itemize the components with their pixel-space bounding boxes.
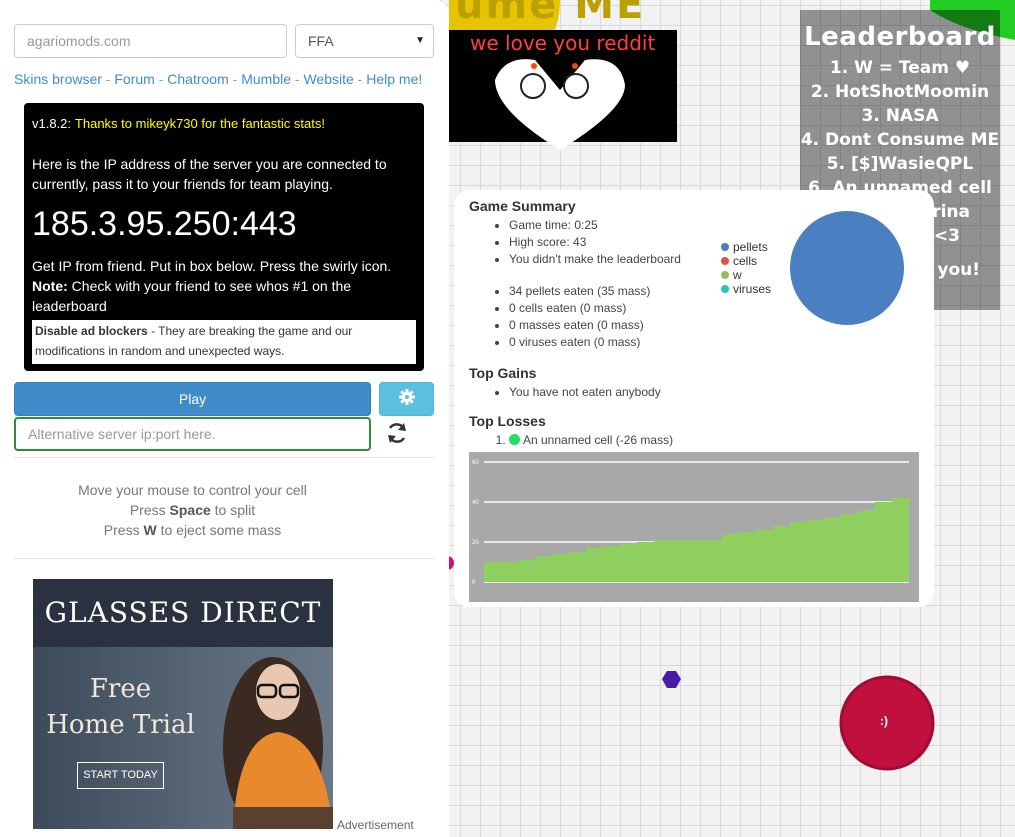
divider [14, 558, 434, 559]
legend-dot-pellets [721, 243, 729, 251]
leaderboard-entry: 5. [$]WasieQPL [826, 154, 974, 174]
legend-item: pellets [721, 240, 771, 254]
link-separator: - [294, 71, 300, 87]
chart-y-tick-label: 60 [472, 460, 479, 466]
legend-item: viruses [721, 282, 771, 296]
cell-color-dot [509, 434, 520, 445]
leaderboard-entry: 2. HotShotMoomin [810, 82, 990, 102]
purple-pellet [662, 671, 681, 688]
game-mode-value: FFA [308, 33, 334, 49]
ad-headline: Free Home Trial [46, 674, 195, 740]
mass-chart: 60 40 20 0 [469, 452, 919, 602]
legend-dot-cells [721, 257, 729, 265]
server-info-box: v1.8.2: Thanks to mikeyk730 for the fant… [24, 103, 424, 371]
gains-list: You have not eaten anybody [469, 384, 919, 401]
ad-label: Advertisement [337, 818, 414, 832]
link-help[interactable]: Help me! [366, 71, 422, 87]
instruction-move: Move your mouse to control your cell [78, 482, 307, 498]
chart-y-tick-label: 0 [472, 580, 476, 586]
leaderboard-entry: 4. Dont Consume ME [800, 130, 1000, 150]
link-chatroom[interactable]: Chatroom [167, 71, 228, 87]
gains-item: You have not eaten anybody [509, 384, 919, 401]
ip-intro-text: Here is the IP address of the server you… [32, 156, 387, 192]
links-bar: Skins browser - Forum - Chatroom - Mumbl… [14, 71, 422, 87]
chart-y-tick-label: 20 [472, 540, 479, 546]
play-button[interactable]: Play [14, 382, 371, 416]
ad-cta-button[interactable]: START TODAY [77, 762, 164, 789]
game-stats-dialog: Game Summary Game time: 0:25 High score:… [454, 190, 934, 607]
legend-item: w [721, 268, 771, 282]
link-separator: - [105, 71, 111, 87]
thanks-text: Thanks to mikeyk730 for the fantastic st… [74, 116, 325, 131]
adblock-label: Disable ad blockers [35, 324, 148, 338]
ad-brand: GLASSES DIRECT [33, 579, 333, 647]
link-mumble[interactable]: Mumble [241, 71, 291, 87]
game-mode-select[interactable]: FFA ▼ [295, 24, 434, 58]
server-ip[interactable]: 185.3.95.250:443 [32, 204, 416, 244]
get-ip-text: Get IP from friend. Put in box below. Pr… [32, 258, 392, 274]
legend-item: cells [721, 254, 771, 268]
eaten-item: 0 viruses eaten (0 mass) [509, 334, 919, 351]
settings-button[interactable] [379, 382, 434, 416]
alt-server-input[interactable]: Alternative server ip:port here. [14, 417, 371, 451]
note-text: Check with your friend to see whos #1 on… [32, 278, 352, 314]
losses-title: Top Losses [469, 413, 546, 429]
adblock-warning: Disable ad blockers - They are breaking … [32, 320, 416, 364]
chart-area-series [484, 498, 909, 582]
gains-title: Top Gains [469, 365, 537, 381]
link-skins-browser[interactable]: Skins browser [14, 71, 102, 87]
background-cell-name: ume ME [455, 0, 646, 28]
leaderboard-entry: 3. NASA [861, 106, 939, 126]
mass-chart-svg: 60 40 20 0 [472, 460, 909, 586]
reddit-banner-text: we love you reddit [470, 31, 656, 55]
link-website[interactable]: Website [303, 71, 353, 87]
instruction-eject: Press W to eject some mass [103, 522, 282, 538]
losses-item: An unnamed cell (-26 mass) [509, 432, 919, 449]
nickname-input[interactable]: agariomods.com [14, 24, 287, 58]
instruction-split: Press Space to split [129, 502, 256, 518]
dropdown-arrow-icon: ▼ [415, 35, 425, 46]
advertisement[interactable]: GLASSES DIRECT Free Home Trial START TOD… [33, 579, 333, 829]
pie-chart [790, 211, 904, 325]
start-panel: agariomods.com FFA ▼ Skins browser - For… [0, 0, 449, 837]
version-label: v1.8.2: [32, 116, 72, 131]
player-cell-label: :) [880, 714, 888, 728]
chart-y-tick-label: 40 [472, 500, 479, 506]
link-separator: - [158, 71, 164, 87]
link-separator: - [357, 71, 363, 87]
instructions: Move your mouse to control your cell Pre… [14, 480, 371, 540]
leaderboard-title: Leaderboard [804, 22, 996, 52]
note-label: Note: [32, 278, 68, 294]
legend-dot-viruses [721, 285, 729, 293]
pie-legend: pellets cells w viruses [721, 240, 771, 296]
link-separator: - [232, 71, 238, 87]
pie-slice-pellets [790, 211, 904, 325]
legend-dot-w [721, 271, 729, 279]
gear-icon [398, 389, 415, 405]
refresh-icon[interactable] [384, 420, 410, 446]
link-forum[interactable]: Forum [114, 71, 154, 87]
losses-list: An unnamed cell (-26 mass) [469, 432, 919, 449]
divider [14, 457, 434, 458]
leaderboard-entry: 1. W = Team ♥ [829, 58, 971, 78]
